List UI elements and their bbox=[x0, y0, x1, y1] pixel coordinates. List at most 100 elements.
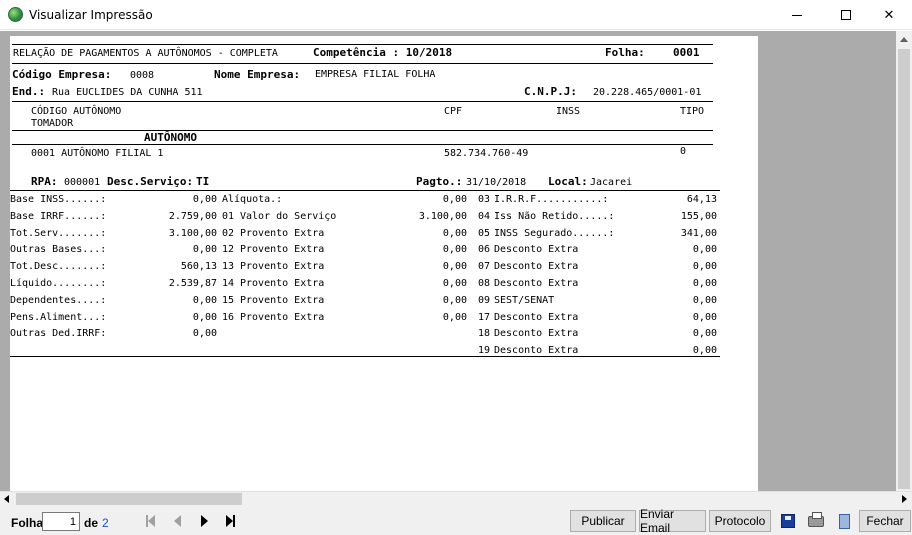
horizontal-scroll-thumb[interactable] bbox=[16, 493, 242, 505]
minimize-button[interactable] bbox=[774, 0, 820, 30]
report-page bbox=[10, 36, 758, 491]
row-mid-value: 0,00 bbox=[442, 194, 467, 205]
divider bbox=[10, 356, 720, 357]
row-left-label: Pens.Aliment...: bbox=[10, 311, 107, 323]
previous-page-icon bbox=[173, 515, 181, 527]
close-preview-button[interactable]: Fechar bbox=[859, 510, 911, 532]
row-right-label: SEST/SENAT bbox=[494, 294, 555, 306]
codigo-empresa-label: Código Empresa: bbox=[12, 68, 112, 81]
row-right-code: 03 bbox=[478, 194, 491, 205]
folha-label: Folha: bbox=[605, 46, 645, 59]
row-left-value: 0,00 bbox=[192, 244, 217, 256]
cnpj-label: C.N.P.J: bbox=[524, 85, 577, 98]
document-icon bbox=[838, 513, 850, 529]
col-tomador: TOMADOR bbox=[31, 118, 74, 129]
protocol-button[interactable]: Protocolo bbox=[709, 510, 771, 532]
row-mid-label: Valor do Serviço bbox=[240, 210, 337, 222]
row-right-code: 04 bbox=[478, 210, 491, 222]
bottom-toolbar: Folha de 2 Publicar Enviar Email Protoco… bbox=[0, 506, 912, 535]
row-left-label: Outras Bases...: bbox=[10, 244, 107, 256]
row-right-code: 09 bbox=[478, 294, 491, 306]
print-button[interactable] bbox=[804, 510, 828, 532]
rpa-value: 000001 bbox=[64, 177, 101, 188]
row-right-label: Desconto Extra bbox=[494, 278, 579, 289]
report-title: RELAÇÃO DE PAGAMENTOS A AUTÔNOMOS - COMP… bbox=[13, 48, 278, 59]
row-mid-code: 02 bbox=[222, 227, 235, 239]
divider bbox=[12, 101, 713, 102]
printer-icon bbox=[808, 511, 824, 527]
row-right-value: 155,00 bbox=[680, 210, 717, 222]
close-button[interactable]: ✕ bbox=[866, 0, 912, 30]
folha-value: 0001 bbox=[673, 46, 700, 59]
row-mid-value: 0,00 bbox=[442, 294, 467, 306]
row-mid-label: Provento Extra bbox=[240, 278, 325, 289]
row-right-value: 341,00 bbox=[680, 227, 717, 239]
row-mid-label: Provento Extra bbox=[240, 227, 325, 239]
row-left-label: Líquido........: bbox=[10, 278, 107, 289]
row-right-label: INSS Segurado......: bbox=[494, 227, 615, 239]
vertical-scrollbar[interactable] bbox=[896, 31, 912, 491]
vertical-scroll-thumb[interactable] bbox=[898, 49, 910, 489]
divider bbox=[12, 130, 713, 131]
scroll-right-icon[interactable] bbox=[902, 495, 907, 503]
save-button[interactable] bbox=[776, 510, 800, 532]
row-mid-label: Provento Extra bbox=[240, 294, 325, 306]
col-codigo-autonomo: CÓDIGO AUTÔNOMO bbox=[31, 106, 122, 117]
row-right-code: 19 bbox=[478, 345, 491, 357]
row-right-value: 0,00 bbox=[692, 328, 717, 340]
send-email-button[interactable]: Enviar Email bbox=[639, 507, 706, 535]
row-left-label: Base INSS......: bbox=[10, 194, 107, 205]
app-globe-icon bbox=[8, 7, 23, 22]
close-icon: ✕ bbox=[883, 7, 895, 23]
row-right-value: 0,00 bbox=[692, 244, 717, 256]
next-page-button[interactable] bbox=[194, 511, 214, 531]
cnpj-value: 20.228.465/0001-01 bbox=[593, 87, 702, 98]
endereco-value: Rua EUCLIDES DA CUNHA 511 bbox=[52, 87, 203, 98]
maximize-button[interactable] bbox=[823, 0, 869, 30]
row-mid-label: Alíquota.: bbox=[222, 194, 283, 205]
nome-empresa-label: Nome Empresa: bbox=[214, 68, 301, 81]
col-inss: INSS bbox=[556, 106, 581, 117]
nome-empresa-value: EMPRESA FILIAL FOLHA bbox=[315, 69, 436, 80]
divider bbox=[12, 44, 713, 45]
minimize-icon bbox=[792, 14, 802, 16]
autonomo-codigo-nome: 0001 AUTÔNOMO FILIAL 1 bbox=[31, 148, 164, 159]
row-mid-value: 0,00 bbox=[442, 244, 467, 256]
row-right-label: Desconto Extra bbox=[494, 345, 579, 357]
row-mid-code: 01 bbox=[222, 210, 235, 222]
page-number-input[interactable] bbox=[42, 512, 80, 531]
row-mid-value: 0,00 bbox=[442, 227, 467, 239]
maximize-icon bbox=[841, 10, 851, 20]
row-right-code: 08 bbox=[478, 278, 491, 289]
publish-button[interactable]: Publicar bbox=[570, 510, 636, 532]
row-left-value: 0,00 bbox=[192, 328, 217, 340]
row-right-label: Desconto Extra bbox=[494, 261, 579, 273]
page-label: Folha bbox=[11, 516, 43, 530]
of-label: de bbox=[84, 516, 99, 530]
floppy-disk-icon bbox=[781, 514, 795, 528]
row-mid-code: 14 bbox=[222, 278, 235, 289]
local-label: Local: bbox=[548, 175, 588, 188]
row-right-code: 18 bbox=[478, 328, 491, 340]
horizontal-scrollbar[interactable] bbox=[0, 491, 912, 506]
row-left-label: Dependentes....: bbox=[10, 294, 107, 306]
row-right-value: 0,00 bbox=[692, 345, 717, 357]
row-right-label: Desconto Extra bbox=[494, 311, 579, 323]
previous-page-button[interactable] bbox=[167, 511, 187, 531]
row-right-label: I.R.R.F...........: bbox=[494, 194, 609, 205]
scroll-up-icon[interactable] bbox=[900, 37, 908, 42]
col-tipo: TIPO bbox=[680, 106, 705, 117]
autonomo-section-title: AUTÔNOMO bbox=[144, 131, 197, 144]
document-button[interactable] bbox=[832, 510, 856, 532]
row-right-value: 0,00 bbox=[692, 278, 717, 289]
first-page-button[interactable] bbox=[140, 511, 160, 531]
row-mid-value: 0,00 bbox=[442, 278, 467, 289]
row-mid-code: 13 bbox=[222, 261, 235, 273]
last-page-button[interactable] bbox=[220, 511, 240, 531]
row-right-code: 05 bbox=[478, 227, 491, 239]
divider bbox=[12, 144, 713, 145]
scroll-left-icon[interactable] bbox=[4, 495, 9, 503]
row-left-value: 0,00 bbox=[192, 194, 217, 205]
endereco-label: End.: bbox=[12, 85, 46, 98]
local-value: Jacarei bbox=[590, 177, 633, 188]
